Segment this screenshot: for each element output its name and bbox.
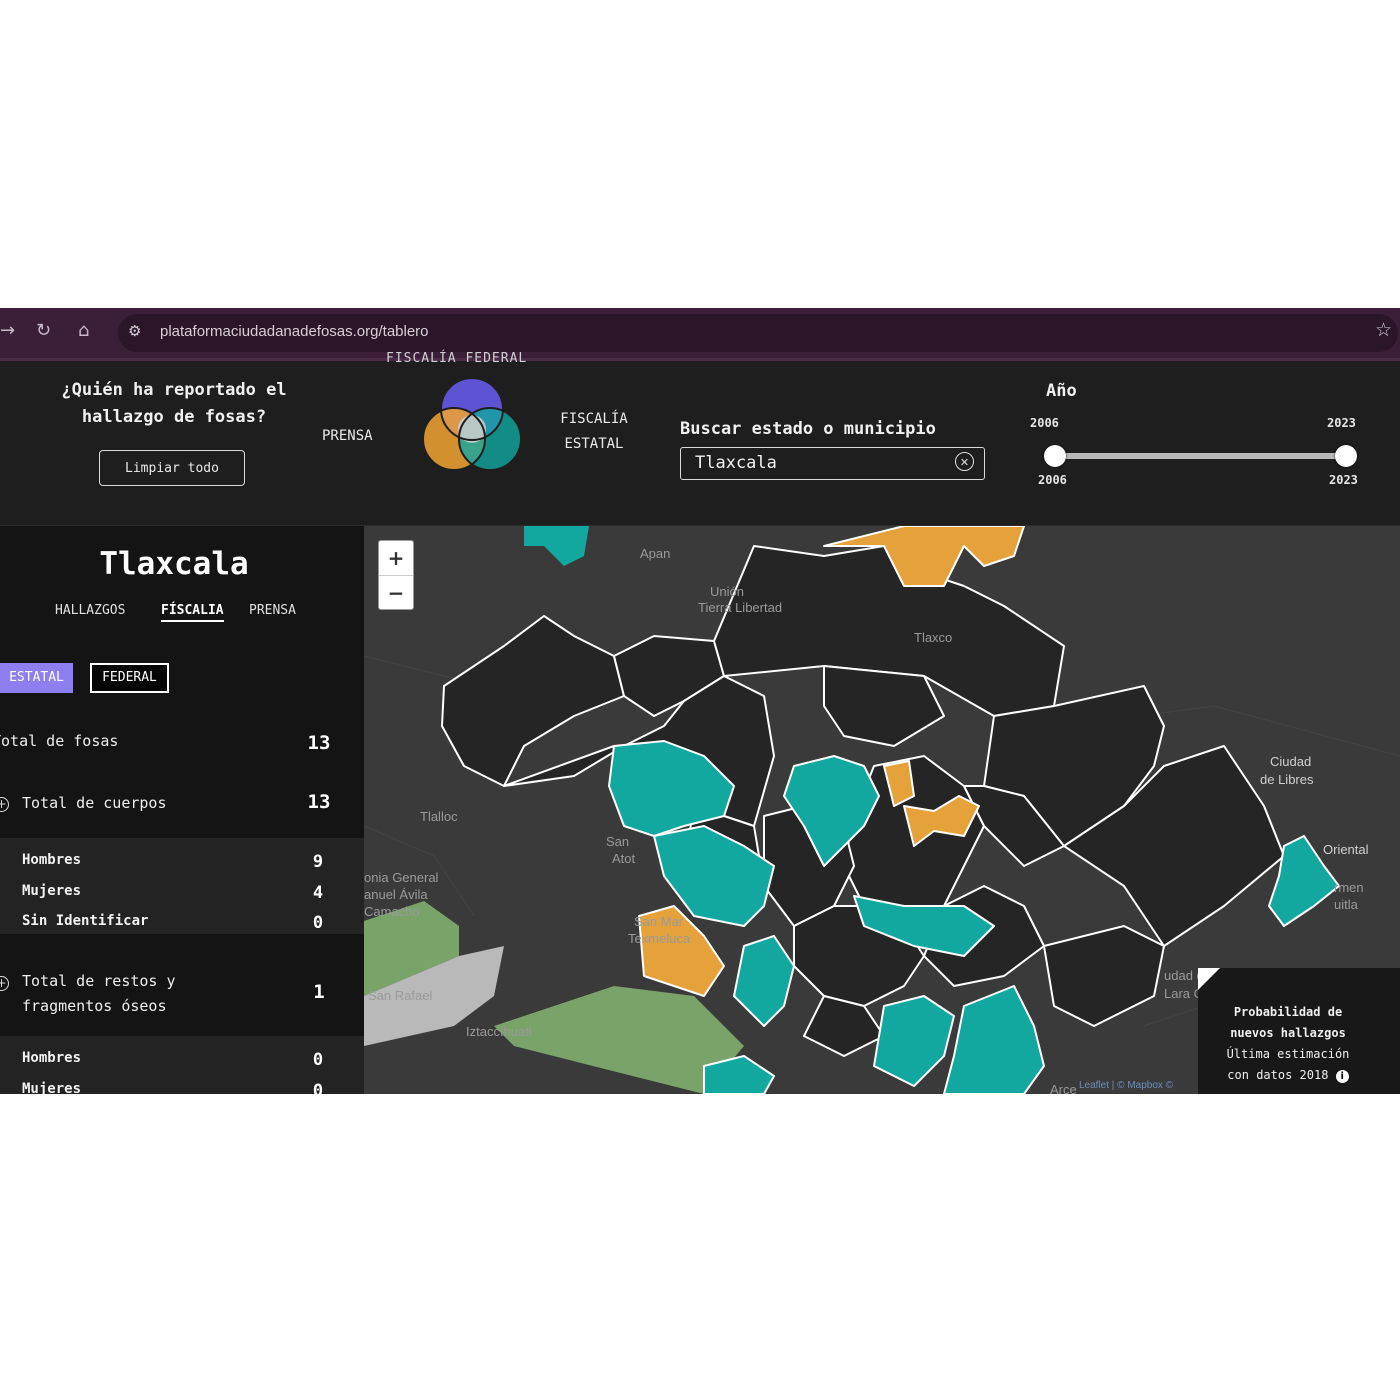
legend-line-2: nuevos hallazgos <box>1230 1026 1346 1040</box>
tab-fiscalia[interactable]: FÍSCALIA <box>161 603 224 622</box>
home-icon[interactable]: ⌂ <box>78 320 89 341</box>
venn-label-prensa[interactable]: PRENSA <box>322 428 373 444</box>
cuerpos-sin-identificar-label: Sin Identificar <box>22 913 149 929</box>
state-sidebar: Tlaxcala HALLAZGOS FÍSCALIA PRENSA ESTAT… <box>0 526 364 1094</box>
probability-legend: Probabilidad de nuevos hallazgos Última … <box>1198 968 1400 1094</box>
place-label: Texmeluca <box>628 931 691 946</box>
place-label: Ciudad <box>1270 754 1312 769</box>
place-label: Atot <box>612 851 636 866</box>
total-restos-value: 1 <box>313 981 325 1003</box>
place-label: Unión <box>710 584 744 599</box>
venn-label-fiscalia-federal[interactable]: FISCALÍA FEDERAL <box>386 351 527 366</box>
restos-breakdown: Hombres 0 Mujeres 0 <box>0 1036 364 1094</box>
cuerpos-hombres-label: Hombres <box>22 852 82 868</box>
cuerpos-hombres-value: 9 <box>312 852 324 872</box>
place-label: San <box>606 834 630 849</box>
tab-prensa[interactable]: PRENSA <box>249 603 296 618</box>
legend-toggle-corner[interactable] <box>1198 968 1220 990</box>
zoom-out-button[interactable]: − <box>379 576 413 610</box>
year-end-value: 2023 <box>1329 473 1358 487</box>
search-field[interactable]: ✕ <box>680 447 985 480</box>
site-settings-icon[interactable]: ⚙ <box>128 322 141 340</box>
expand-cuerpos-icon[interactable]: + <box>0 797 9 812</box>
clear-all-button[interactable]: Limpiar todo <box>99 450 245 486</box>
search-label: Buscar estado o municipio <box>680 419 936 439</box>
map-view[interactable]: + − Apan Unión Tierra Libertad Tlaxco Ci… <box>364 526 1400 1094</box>
cuerpos-sin-identificar-value: 0 <box>312 913 324 933</box>
total-restos-label-line1: Total de restos y <box>22 972 176 990</box>
expand-restos-icon[interactable]: + <box>0 976 9 991</box>
tab-hallazgos[interactable]: HALLAZGOS <box>55 603 125 618</box>
place-label: Arce <box>1050 1082 1077 1094</box>
state-title: Tlaxcala <box>99 546 249 582</box>
venn-label-fiscalia-estatal[interactable]: FISCALÍA ESTATAL <box>556 407 632 457</box>
url-text[interactable]: plataformaciudadanadefosas.org/tablero <box>160 323 429 340</box>
place-label: uitla <box>1334 897 1358 912</box>
place-label: anuel Ávila <box>364 887 428 902</box>
restos-hombres-label: Hombres <box>22 1050 82 1066</box>
search-input[interactable] <box>695 452 945 474</box>
cuerpos-breakdown: Hombres 9 Mujeres 4 Sin Identificar 0 <box>0 838 364 934</box>
zoom-control: + − <box>378 540 414 610</box>
year-min-label: 2006 <box>1030 416 1059 430</box>
federal-button[interactable]: FEDERAL <box>90 663 169 693</box>
map-attribution[interactable]: Leaflet | © Mapbox © <box>1076 1080 1177 1091</box>
year-label: Año <box>1046 381 1077 401</box>
total-cuerpos-label[interactable]: Total de cuerpos <box>22 791 167 816</box>
place-label: de Libres <box>1260 772 1314 787</box>
place-label: rmen <box>1334 880 1364 895</box>
legend-line-1: Probabilidad de <box>1233 1005 1343 1019</box>
clear-search-icon[interactable]: ✕ <box>955 452 974 471</box>
total-restos-label-line2: fragmentos óseos <box>22 997 167 1015</box>
cuerpos-mujeres-value: 4 <box>312 883 324 903</box>
bookmark-star-icon[interactable]: ☆ <box>1375 319 1392 341</box>
place-label: Tlalloc <box>420 809 458 824</box>
browser-toolbar: → ↻ ⌂ ⚙ plataformaciudadanadefosas.org/t… <box>0 308 1400 361</box>
total-cuerpos-value: 13 <box>307 791 331 813</box>
year-range-track[interactable] <box>1054 453 1346 459</box>
year-end-handle[interactable] <box>1335 445 1357 467</box>
place-label: Tlaxco <box>914 630 953 645</box>
place-label: Oriental <box>1323 842 1369 857</box>
zoom-in-button[interactable]: + <box>379 541 413 575</box>
place-label: San Rafael <box>368 988 433 1003</box>
reload-icon[interactable]: ↻ <box>36 320 51 341</box>
year-start-handle[interactable] <box>1044 445 1066 467</box>
reporter-question: ¿Quién ha reportado el hallazgo de fosas… <box>61 380 287 427</box>
legend-line-4: con datos 2018 <box>1227 1068 1329 1082</box>
place-label: Apan <box>640 546 671 561</box>
dashboard-header: ¿Quién ha reportado el hallazgo de fosas… <box>0 351 1400 527</box>
restos-mujeres-label: Mujeres <box>22 1081 82 1094</box>
estatal-button[interactable]: ESTATAL <box>0 663 73 693</box>
cuerpos-mujeres-label: Mujeres <box>22 883 82 899</box>
total-restos-label[interactable]: Total de restos y fragmentos óseos <box>22 969 176 1019</box>
total-fosas-value: 13 <box>307 732 331 754</box>
info-icon[interactable]: i <box>1335 1070 1349 1083</box>
place-label: San Mar <box>634 914 684 929</box>
year-max-label: 2023 <box>1327 416 1356 430</box>
total-fosas-label: Total de fosas <box>0 732 119 750</box>
forward-icon[interactable]: → <box>0 320 15 341</box>
legend-line-3: Última estimación <box>1226 1047 1350 1061</box>
restos-mujeres-value: 0 <box>312 1081 324 1094</box>
place-label: Iztaccíhuatl <box>466 1024 532 1039</box>
year-start-value: 2006 <box>1038 473 1067 487</box>
screenshot: → ↻ ⌂ ⚙ plataformaciudadanadefosas.org/t… <box>0 308 1400 1094</box>
place-label: Tierra Libertad <box>698 600 783 615</box>
source-venn-diagram[interactable] <box>420 377 524 477</box>
place-label: Camacho <box>364 904 420 919</box>
legend-text: Probabilidad de nuevos hallazgos Última … <box>1208 1002 1368 1086</box>
restos-hombres-value: 0 <box>312 1050 324 1070</box>
place-label: onia General <box>364 870 439 885</box>
